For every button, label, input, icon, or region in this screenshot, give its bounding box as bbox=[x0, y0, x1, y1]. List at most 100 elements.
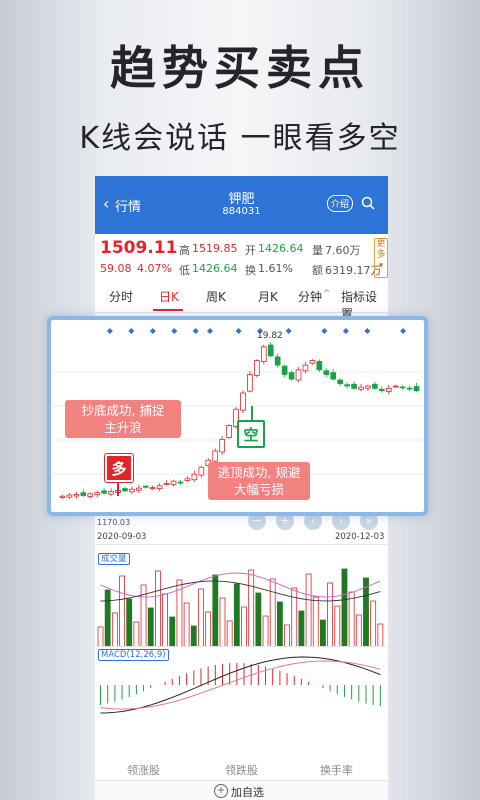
signal-diamond-marker bbox=[171, 328, 178, 334]
volume-indicator-label[interactable]: 成交量 bbox=[98, 553, 130, 565]
candle-body bbox=[406, 387, 413, 390]
macd-panel: MACD(12,26,9) bbox=[95, 646, 388, 737]
signal-diamond-marker bbox=[364, 328, 371, 334]
bottom-tab-turnover[interactable]: 换手率 bbox=[320, 762, 353, 778]
candle-body bbox=[66, 494, 73, 498]
low-label: 低 bbox=[179, 264, 190, 277]
candle-body bbox=[170, 480, 177, 485]
candle-body bbox=[358, 386, 364, 390]
high-label: 高 bbox=[179, 244, 190, 257]
signal-diamond-marker bbox=[192, 328, 199, 334]
macd-indicator-label[interactable]: MACD(12,26,9) bbox=[98, 649, 169, 661]
candle-body bbox=[288, 372, 295, 380]
volume-bar bbox=[334, 605, 341, 648]
candle-body bbox=[247, 374, 253, 392]
candle-body bbox=[156, 485, 163, 489]
candle-body bbox=[316, 361, 323, 371]
candle-body bbox=[337, 379, 343, 385]
add-watchlist-bar[interactable]: + 加自选 bbox=[95, 780, 388, 800]
intro-button[interactable]: 介绍 bbox=[327, 195, 354, 212]
page-subline: K线会说话 一眼看多空 bbox=[79, 121, 401, 156]
candle-body bbox=[129, 488, 135, 493]
signal-diamond-marker bbox=[342, 328, 349, 334]
volume-bar bbox=[355, 614, 362, 648]
bottom-tab-top-losers[interactable]: 领跌股 bbox=[225, 762, 258, 778]
buy-signal-pointer bbox=[117, 482, 119, 496]
volume-bar bbox=[320, 619, 326, 648]
low-value: 1426.64 bbox=[192, 262, 238, 275]
turnover-value: 1.61% bbox=[258, 262, 293, 275]
candle-body bbox=[295, 369, 302, 381]
tab-minute[interactable]: 分钟 bbox=[298, 288, 322, 305]
candle-body bbox=[101, 490, 107, 494]
candle-body bbox=[274, 356, 281, 366]
volume-bar bbox=[298, 610, 305, 648]
candle-body bbox=[108, 491, 114, 495]
candle-body bbox=[351, 383, 357, 389]
volume-bar bbox=[205, 611, 212, 648]
price-change: 59.08 bbox=[100, 262, 132, 275]
date-start: 2020-09-03 bbox=[97, 532, 147, 542]
tab-intraday[interactable]: 分时 bbox=[109, 288, 133, 305]
sell-signal-badge: 空 bbox=[237, 420, 265, 448]
volume-bar bbox=[198, 588, 204, 648]
candle-body bbox=[372, 383, 378, 389]
active-tab-indicator bbox=[153, 309, 183, 311]
volume-bar bbox=[248, 569, 255, 648]
volume-bar bbox=[169, 616, 176, 648]
volume-bar bbox=[233, 583, 240, 648]
sell-bubble-line-1: 逃顶成功, 规避 bbox=[217, 465, 301, 480]
open-value: 1426.64 bbox=[258, 242, 304, 255]
volume-bar bbox=[363, 577, 369, 648]
volume-bar bbox=[97, 626, 104, 648]
candle-body bbox=[330, 372, 337, 380]
volume-bar bbox=[284, 624, 290, 648]
candle-body bbox=[191, 473, 198, 481]
volume-bar bbox=[269, 578, 276, 648]
chevron-up-icon: ^ bbox=[323, 289, 331, 299]
more-label: 更多 bbox=[376, 239, 386, 260]
candle-body bbox=[344, 384, 350, 387]
volume-label: 量 bbox=[312, 244, 323, 257]
macd-dea-line bbox=[100, 660, 381, 710]
volume-bar bbox=[262, 615, 269, 648]
volume-bar bbox=[162, 593, 168, 648]
candle-body bbox=[177, 481, 184, 484]
candle-body bbox=[163, 483, 170, 485]
volume-bar bbox=[341, 568, 348, 648]
navigation-bar: ‹ 行情 钾肥 884031 介绍 bbox=[95, 176, 388, 234]
volume-bar bbox=[133, 621, 140, 648]
signal-diamond-marker bbox=[400, 328, 407, 334]
current-price: 1509.11 bbox=[100, 238, 178, 258]
candle-body bbox=[385, 387, 392, 393]
candle-body bbox=[365, 385, 371, 389]
buy-bubble-line-1: 抄底成功, 捕捉 bbox=[81, 403, 165, 418]
signal-diamond-marker bbox=[321, 328, 328, 334]
candle-body bbox=[413, 386, 420, 392]
period-tabs: 分时 日K 周K 月K 分钟 ^ 指标设置 bbox=[95, 280, 388, 321]
candle-body bbox=[149, 487, 156, 490]
candle-body bbox=[260, 346, 267, 362]
add-watchlist-label: 加自选 bbox=[231, 786, 264, 799]
volume-bar bbox=[190, 625, 197, 648]
candle-body bbox=[212, 450, 219, 462]
buy-success-bubble: 抄底成功, 捕捉 主升浪 bbox=[65, 400, 181, 438]
more-button[interactable]: 更多▾ bbox=[374, 238, 388, 278]
quote-panel: 1509.11 59.08 4.07% 高 1519.85 开 1426.64 … bbox=[95, 234, 388, 280]
volume-bar bbox=[241, 606, 247, 648]
buy-signal-badge: 多 bbox=[105, 454, 133, 482]
candle-body bbox=[184, 478, 191, 481]
volume-bar bbox=[147, 607, 154, 648]
candle-body bbox=[59, 495, 66, 498]
amount-label: 额 bbox=[312, 264, 323, 277]
search-icon[interactable] bbox=[361, 196, 375, 210]
bottom-tab-top-gainers[interactable]: 领涨股 bbox=[127, 762, 160, 778]
candlestick-chart-popup: 19.82 抄底成功, 捕捉 主升浪 多 空 逃顶成功, 规避 大幅亏损 bbox=[47, 316, 428, 516]
tab-monthly-k[interactable]: 月K bbox=[258, 288, 278, 305]
volume-bar bbox=[312, 596, 319, 648]
volume-bars bbox=[97, 568, 384, 648]
volume-bar bbox=[119, 575, 125, 648]
tab-daily-k[interactable]: 日K bbox=[159, 288, 179, 305]
tab-weekly-k[interactable]: 周K bbox=[206, 288, 226, 305]
plus-circle-icon: + bbox=[214, 784, 228, 798]
